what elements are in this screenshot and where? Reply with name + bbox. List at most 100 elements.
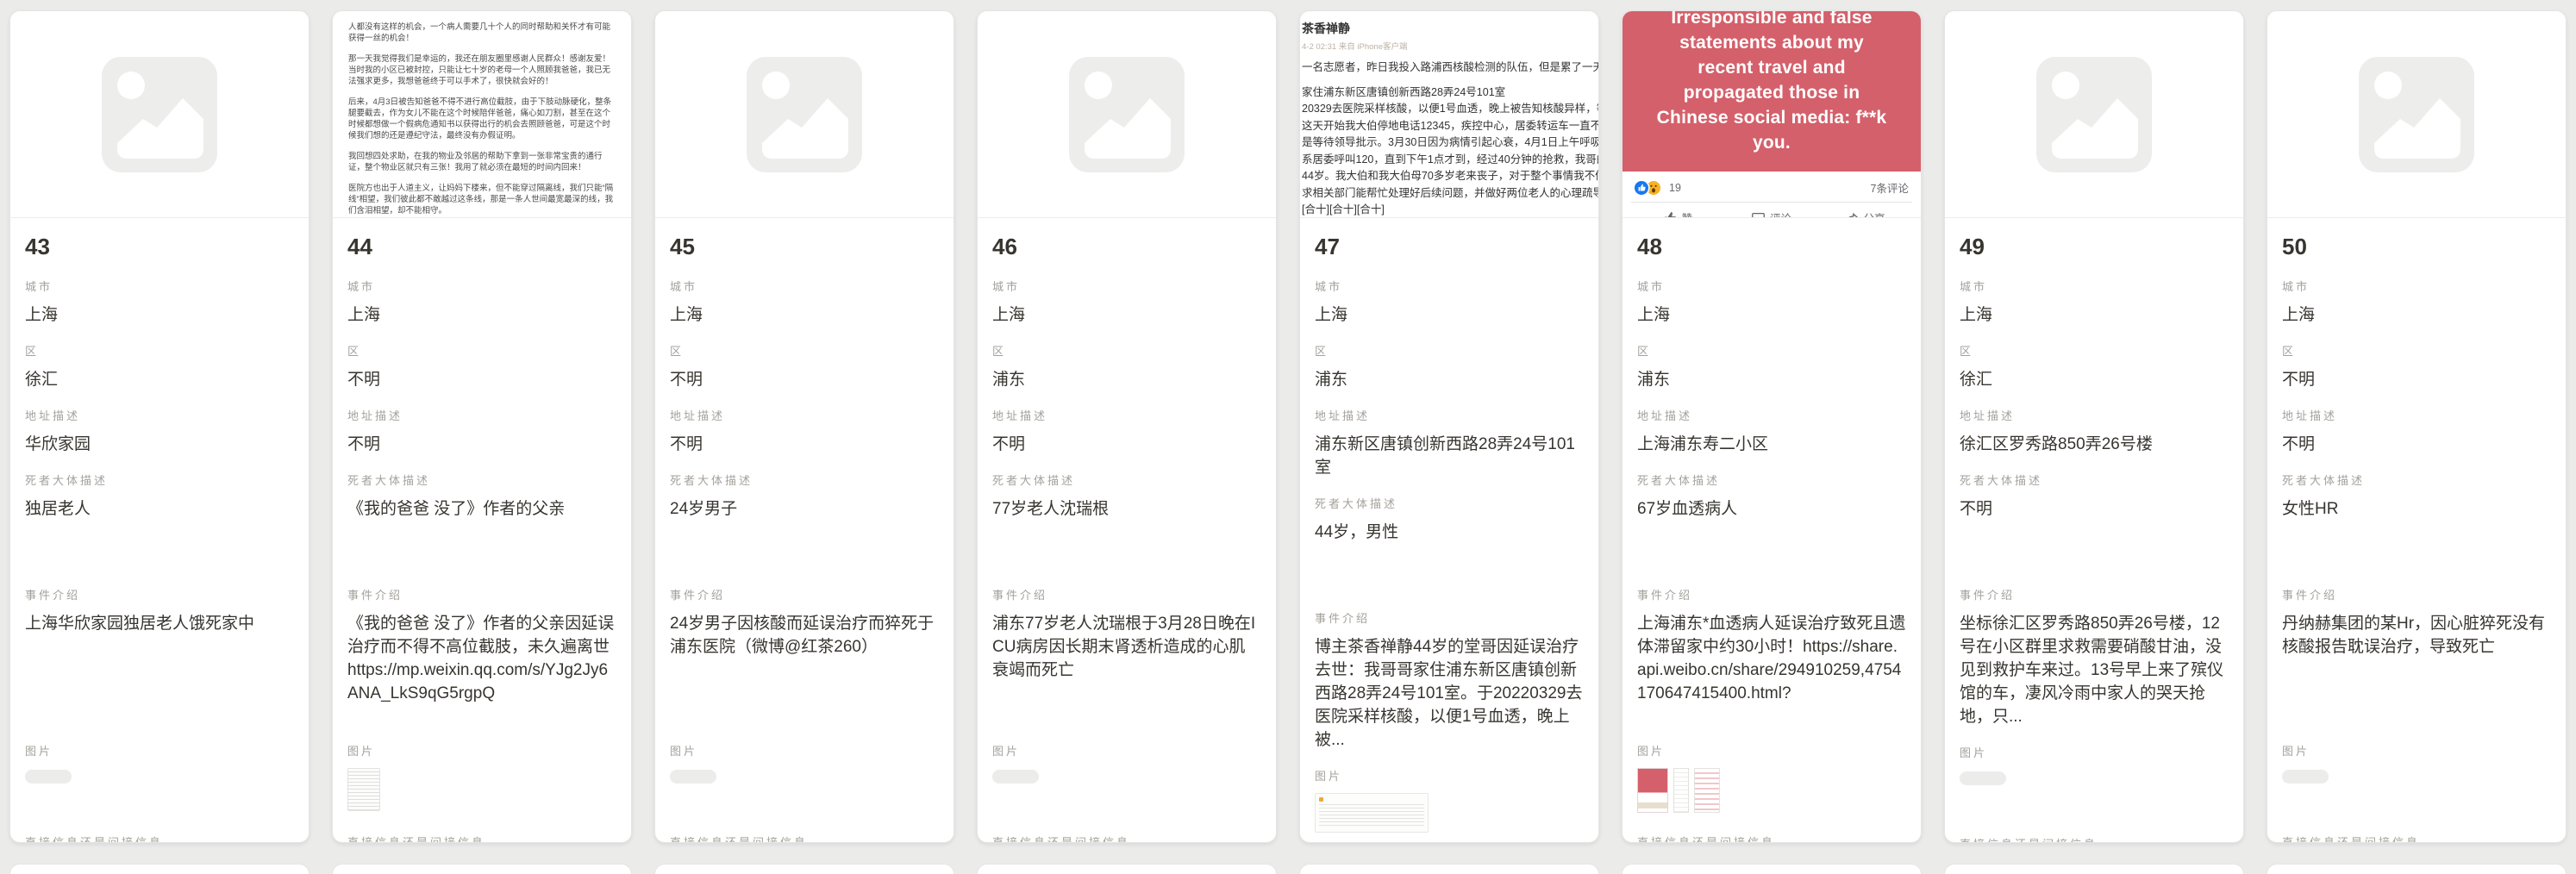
field-deceased-label: 死者大体描述 [1960,471,2229,488]
field-address-label: 地址描述 [1960,407,2229,423]
facebook-like-button[interactable]: 赞 [1631,209,1725,218]
share-arrow-icon [1846,211,1859,218]
article-screenshot: 人都没有这样的机会，一个病人需要几十个人的同时帮助和关怀才有可能获得一丝的机会！… [333,11,631,218]
attachment-thumbnail[interactable] [670,770,716,783]
field-direct: 直接信息还是间接信息 网络信息 [2282,833,2551,843]
field-image: 图片 [347,742,616,818]
case-card[interactable]: 45 城市 上海 区 不明 地址描述 不明 死者大体描述 24岁男子 事件介绍 … [654,10,954,843]
next-row-card-top[interactable] [332,864,632,874]
case-card[interactable]: 49 城市 上海 区 徐汇 地址描述 徐汇区罗秀路850弄26号楼 死者大体描述… [1944,10,2244,843]
case-card[interactable]: 43 城市 上海 区 徐汇 地址描述 华欣家园 死者大体描述 独居老人 事件介绍… [9,10,309,843]
field-district-label: 区 [1315,342,1584,359]
field-event-label: 事件介绍 [1960,586,2229,602]
card-cover: Irresponsible and falsestatements about … [1623,11,1921,218]
field-deceased-label: 死者大体描述 [992,471,1261,488]
field-district-label: 区 [25,342,294,359]
image-attachments [1315,793,1584,840]
next-row-card-top[interactable] [1622,864,1922,874]
card-cover [10,11,309,218]
field-address-value: 徐汇区罗秀路850弄26号楼 [1960,433,2229,456]
field-deceased-label: 死者大体描述 [670,471,939,488]
field-deceased: 死者大体描述 44岁，男性 [1315,495,1584,594]
facebook-engagement-row: 19 7条评论 [1623,172,1921,202]
field-city-label: 城市 [347,278,616,294]
case-card[interactable]: 50 城市 上海 区 不明 地址描述 不明 死者大体描述 女性HR 事件介绍 丹… [2267,10,2567,843]
field-deceased: 死者大体描述 独居老人 [25,471,294,571]
case-number: 46 [992,234,1261,260]
case-card[interactable]: 茶香禅静 4-2 02:31 来自 iPhone客户端 一名志愿者，昨日我投入路… [1299,10,1599,843]
field-direct-label: 直接信息还是间接信息 [1637,833,1906,843]
image-placeholder-icon [747,57,862,172]
field-image-label: 图片 [1637,742,1906,759]
attachment-thumbnail-document[interactable] [347,768,380,811]
field-district-value: 浦东 [1315,368,1584,391]
case-card[interactable]: 人都没有这样的机会，一个病人需要几十个人的同时帮助和关怀才有可能获得一丝的机会！… [332,10,632,843]
field-image: 图片 [1315,767,1584,843]
next-row-card-top[interactable] [1299,864,1599,874]
field-deceased-value: 24岁男子 [670,497,939,571]
facebook-status-text: Irresponsible and falsestatements about … [1657,11,1887,155]
case-card[interactable]: Irresponsible and falsestatements about … [1622,10,1922,843]
image-attachments [992,768,1261,815]
field-deceased-value: 44岁，男性 [1315,521,1584,594]
facebook-post-screenshot: Irresponsible and falsestatements about … [1623,11,1921,218]
attachment-thumbnail-weibo[interactable] [1315,793,1429,833]
field-direct-label: 直接信息还是间接信息 [1960,835,2229,843]
field-district-label: 区 [1637,342,1906,359]
field-district-label: 区 [1960,342,2229,359]
case-number: 45 [670,234,939,260]
thumb-up-icon [1664,211,1677,218]
field-district: 区 浦东 [1637,342,1906,391]
field-district-value: 徐汇 [1960,368,2229,391]
attachment-thumbnail[interactable] [25,770,72,783]
field-image-label: 图片 [992,742,1261,759]
card-cover [2267,11,2566,218]
next-row-card-top[interactable] [2267,864,2567,874]
field-event-value: 24岁男子因核酸而延误治疗而猝死于浦东医院（微博@红茶260） [670,612,939,727]
field-event-value: 上海华欣家园独居老人饿死家中 [25,612,294,727]
field-deceased: 死者大体描述 24岁男子 [670,471,939,571]
field-event-value: 上海浦东*血透病人延误治疗致死且遗体滞留家中约30小时！https://shar… [1637,612,1906,727]
field-event: 事件介绍 24岁男子因核酸而延误治疗而猝死于浦东医院（微博@红茶260） [670,586,939,727]
field-city-label: 城市 [1637,278,1906,294]
field-deceased-value: 不明 [1960,497,2229,571]
field-event-label: 事件介绍 [1637,586,1906,602]
attachment-thumbnail[interactable] [2282,770,2329,783]
facebook-reaction-count: 19 [1669,182,1681,194]
case-card[interactable]: 46 城市 上海 区 浦东 地址描述 不明 死者大体描述 77岁老人沈瑞根 事件… [977,10,1277,843]
field-city: 城市 上海 [1960,278,2229,327]
case-number: 43 [25,234,294,260]
facebook-comment-button[interactable]: 评论 [1725,209,1819,218]
image-placeholder [655,11,953,217]
next-row-card-top[interactable] [654,864,954,874]
field-address-value: 华欣家园 [25,433,294,456]
image-placeholder-icon [102,57,217,172]
facebook-comment-count[interactable]: 7条评论 [1871,179,1909,196]
field-event-value: 浦东77岁老人沈瑞根于3月28日晚在ICU病房因长期末肾透析造成的心肌衰竭而死亡 [992,612,1261,727]
field-address-value: 不明 [670,433,939,456]
next-row-card-top[interactable] [1944,864,2244,874]
attachment-thumbnail[interactable] [1960,771,2006,785]
field-image: 图片 [1960,744,2229,820]
field-event: 事件介绍 博主茶香禅静44岁的堂哥因延误治疗去世：我哥哥家住浦东新区唐镇创新西路… [1315,609,1584,752]
field-address-value: 不明 [992,433,1261,456]
attachment-thumbnail-red-post[interactable] [1637,768,1668,813]
wow-reaction-icon [1647,181,1660,195]
field-city: 城市 上海 [1637,278,1906,327]
facebook-share-button[interactable]: 分享 [1818,209,1912,218]
attachment-thumbnail-chat[interactable] [1673,768,1689,813]
field-address-label: 地址描述 [347,407,616,423]
image-placeholder-icon [1069,57,1185,172]
image-attachments [2282,768,2551,815]
card-body: 45 城市 上海 区 不明 地址描述 不明 死者大体描述 24岁男子 事件介绍 … [655,218,953,843]
like-reaction-icon [1635,181,1648,195]
field-district-value: 不明 [2282,368,2551,391]
card-body: 47 城市 上海 区 浦东 地址描述 浦东新区唐镇创新西路28弄24号101室 … [1300,218,1598,843]
field-city-value: 上海 [1315,303,1584,327]
attachment-thumbnail[interactable] [992,770,1039,783]
field-event: 事件介绍 坐标徐汇区罗秀路850弄26号楼，12号在小区群里求救需要硝酸甘油，没… [1960,586,2229,728]
attachment-thumbnail-list[interactable] [1694,768,1720,813]
next-row-card-top[interactable] [977,864,1277,874]
next-row-card-top[interactable] [9,864,309,874]
field-image-label: 图片 [1315,767,1584,783]
